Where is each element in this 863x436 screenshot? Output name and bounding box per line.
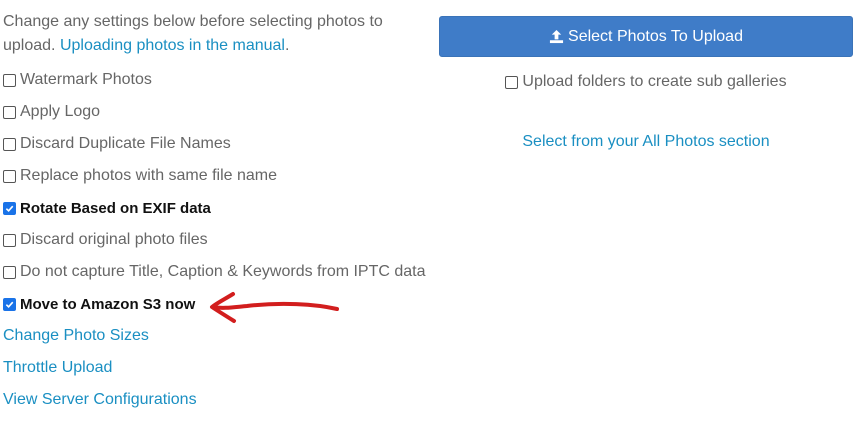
all-photos-link[interactable]: Select from your All Photos section [439,126,853,158]
intro-text: Change any settings below before selecti… [3,10,433,58]
sub-galleries-checkbox[interactable] [505,75,519,89]
replace-photos-checkbox[interactable] [3,169,16,183]
watermark-label: Watermark Photos [20,71,152,88]
rotate-exif-checkbox[interactable] [3,201,16,215]
apply-logo-label: Apply Logo [20,103,101,120]
view-server-config-link[interactable]: View Server Configurations [3,384,433,416]
option-watermark-photos[interactable]: Watermark Photos [3,64,433,96]
option-sub-galleries[interactable]: Upload folders to create sub galleries [439,66,853,98]
no-iptc-checkbox[interactable] [3,265,16,279]
option-rotate-exif[interactable]: Rotate Based on EXIF data [3,192,433,224]
throttle-upload-link[interactable]: Throttle Upload [3,352,433,384]
move-s3-checkbox[interactable] [3,297,16,311]
select-photos-button[interactable]: Select Photos To Upload [439,16,853,57]
option-discard-duplicate[interactable]: Discard Duplicate File Names [3,128,433,160]
rotate-exif-label: Rotate Based on EXIF data [20,199,211,217]
option-discard-original[interactable]: Discard original photo files [3,224,433,256]
manual-link[interactable]: Uploading photos in the manual [60,37,285,54]
replace-photos-label: Replace photos with same file name [20,167,278,184]
watermark-checkbox[interactable] [3,73,16,87]
option-replace-photos[interactable]: Replace photos with same file name [3,160,433,192]
no-iptc-label: Do not capture Title, Caption & Keywords… [20,263,426,280]
upload-settings-page: Change any settings below before selecti… [0,0,863,436]
move-s3-label: Move to Amazon S3 now [20,295,196,313]
intro-period: . [284,37,290,54]
discard-duplicate-checkbox[interactable] [3,137,16,151]
upload-options-panel: Change any settings below before selecti… [3,10,433,416]
option-no-iptc[interactable]: Do not capture Title, Caption & Keywords… [3,256,433,288]
discard-duplicate-label: Discard Duplicate File Names [20,135,231,152]
option-apply-logo[interactable]: Apply Logo [3,96,433,128]
select-photos-label: Select Photos To Upload [568,27,743,45]
discard-original-checkbox[interactable] [3,233,16,247]
apply-logo-checkbox[interactable] [3,105,16,119]
upload-icon [549,29,564,44]
sub-galleries-label: Upload folders to create sub galleries [522,73,787,90]
annotation-arrow-icon [210,292,339,323]
discard-original-label: Discard original photo files [20,231,208,248]
